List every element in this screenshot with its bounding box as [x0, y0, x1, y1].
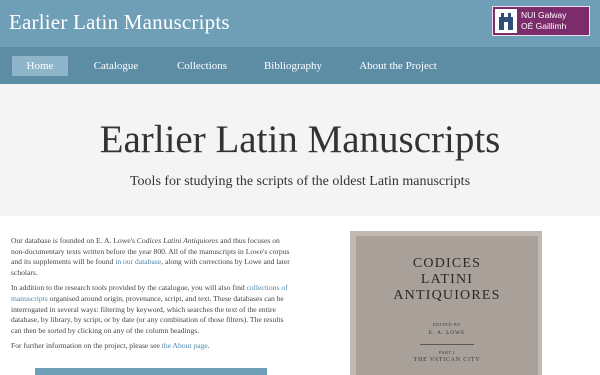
book-part: PART I [438, 350, 456, 355]
nav-catalogue[interactable]: Catalogue [88, 56, 144, 76]
logo-line-2: OÉ Gaillimh [521, 21, 567, 31]
hero-banner: Earlier Latin Manuscripts Tools for stud… [0, 84, 600, 216]
nav-home[interactable]: Home [12, 56, 68, 76]
nav-collections[interactable]: Collections [170, 56, 234, 76]
main-nav: Home Catalogue Collections Bibliography … [0, 47, 600, 84]
nav-bibliography[interactable]: Bibliography [260, 56, 326, 76]
about-page-link[interactable]: the About page [162, 341, 208, 350]
logo-text: NUI Galway OÉ Gaillimh [521, 10, 566, 32]
nui-galway-logo[interactable]: NUI Galway OÉ Gaillimh [492, 6, 590, 36]
book-editor: E. A. LOWE [428, 330, 466, 336]
intro-text: Our database is founded on E. A. Lowe's … [11, 236, 293, 357]
hero-title: Earlier Latin Manuscripts [99, 118, 501, 161]
book-divider [420, 344, 474, 345]
book-title: CODICES LATINI ANTIQUIORES [393, 256, 501, 303]
database-link[interactable]: in our database [115, 257, 161, 266]
lowe-title: Codices Latini Antiquiores [136, 236, 219, 245]
intro-paragraph-3: For further information on the project, … [11, 341, 210, 351]
intro-paragraph-2: In addition to the research tools provid… [11, 283, 288, 335]
logo-line-1: NUI Galway [521, 10, 567, 20]
site-header: Earlier Latin Manuscripts NUI Galway OÉ … [0, 0, 600, 47]
intro-paragraph-1: Our database is founded on E. A. Lowe's … [11, 236, 290, 277]
book-edited-by: EDITED BY [432, 322, 462, 327]
crest-icon [495, 9, 517, 33]
catalogue-button[interactable] [35, 368, 267, 375]
site-title[interactable]: Earlier Latin Manuscripts [9, 10, 230, 35]
hero-subtitle: Tools for studying the scripts of the ol… [129, 174, 471, 189]
nav-about-the-project[interactable]: About the Project [356, 56, 440, 76]
book-volume: THE VATICAN CITY [413, 357, 481, 363]
